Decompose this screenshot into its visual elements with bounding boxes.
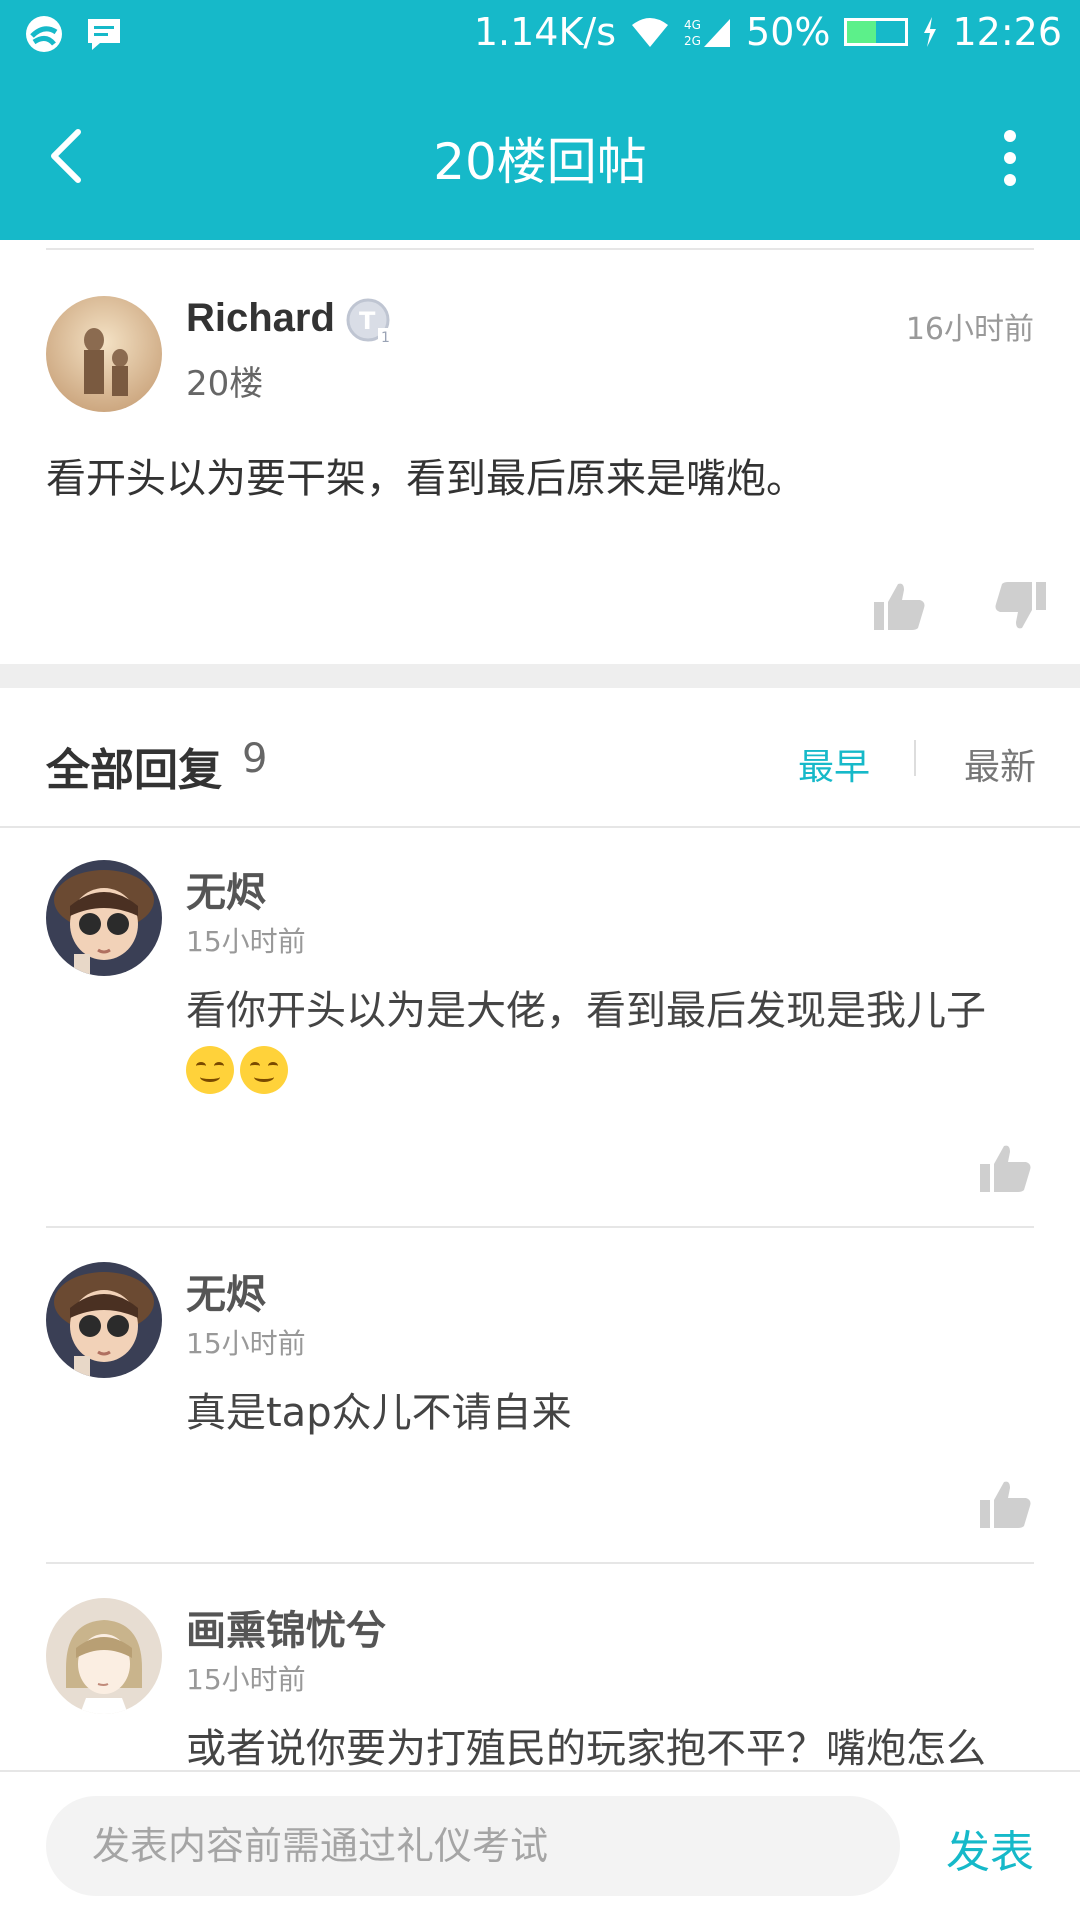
battery-percent: 50% bbox=[746, 10, 831, 54]
header: 1.14K/s 4G 2G 50% 12:26 20楼回帖 bbox=[0, 0, 1080, 240]
reply-author[interactable]: 无烬 bbox=[186, 860, 266, 918]
thumbs-down-icon[interactable] bbox=[992, 578, 1048, 634]
avatar[interactable] bbox=[46, 1262, 162, 1378]
clock: 12:26 bbox=[952, 10, 1062, 54]
smile-emoji-icon bbox=[240, 1046, 288, 1094]
status-bar: 1.14K/s 4G 2G 50% 12:26 bbox=[0, 0, 1080, 76]
app-logo-icon bbox=[26, 16, 62, 52]
floor-number: 20楼 bbox=[186, 364, 264, 404]
svg-text:4G: 4G bbox=[684, 18, 701, 32]
divider bbox=[46, 1226, 1034, 1228]
avatar[interactable] bbox=[46, 860, 162, 976]
reply-time: 15小时前 bbox=[186, 925, 306, 958]
divider bbox=[46, 1562, 1034, 1564]
author-name[interactable]: Richard bbox=[186, 296, 335, 341]
svg-text:1: 1 bbox=[381, 330, 390, 346]
reply-author[interactable]: 无烬 bbox=[186, 1262, 266, 1320]
svg-text:2G: 2G bbox=[684, 34, 701, 48]
thumbs-up-icon[interactable] bbox=[978, 1476, 1034, 1532]
avatar[interactable] bbox=[46, 296, 162, 412]
charging-icon bbox=[924, 17, 937, 47]
thumbs-up-icon[interactable] bbox=[978, 1140, 1034, 1196]
battery-icon bbox=[844, 18, 909, 46]
divider bbox=[0, 826, 1080, 828]
section-separator bbox=[0, 664, 1080, 688]
thumbs-up-icon[interactable] bbox=[872, 578, 928, 634]
reply-time: 15小时前 bbox=[186, 1327, 306, 1360]
wifi-icon bbox=[632, 18, 669, 47]
cellular-signal-icon: 4G 2G bbox=[684, 18, 731, 48]
post-time: 16小时前 bbox=[905, 312, 1034, 347]
sort-divider bbox=[914, 740, 916, 776]
send-button[interactable]: 发表 bbox=[946, 1816, 1034, 1880]
avatar[interactable] bbox=[46, 1598, 162, 1714]
reply-content: 看你开头以为是大佬，看到最后发现是我儿子 bbox=[186, 988, 986, 1034]
emoji-row bbox=[186, 1046, 294, 1094]
app-bar: 20楼回帖 bbox=[0, 76, 1080, 240]
sort-newest-tab[interactable]: 最新 bbox=[964, 738, 1036, 790]
level-badge-icon: T 1 bbox=[346, 298, 392, 346]
sort-earliest-tab[interactable]: 最早 bbox=[798, 738, 870, 790]
reply-time: 15小时前 bbox=[186, 1663, 306, 1696]
post-content: 看开头以为要干架，看到最后原来是嘴炮。 bbox=[46, 456, 806, 502]
replies-title: 全部回复 bbox=[46, 745, 222, 796]
more-options-icon[interactable] bbox=[1000, 128, 1020, 188]
reply-content: 或者说你要为打殖民的玩家抱不平？嘴炮怎么 bbox=[186, 1726, 986, 1772]
message-icon bbox=[88, 19, 120, 50]
svg-text:T: T bbox=[359, 307, 376, 335]
replies-count: 9 bbox=[242, 736, 268, 782]
composer-bar: 发表 bbox=[0, 1770, 1080, 1920]
divider bbox=[46, 248, 1034, 250]
reply-author[interactable]: 画熏锦忧兮 bbox=[186, 1598, 386, 1656]
smile-emoji-icon bbox=[186, 1046, 234, 1094]
page-title: 20楼回帖 bbox=[433, 133, 647, 191]
reply-content: 真是tap众儿不请自来 bbox=[186, 1390, 572, 1436]
reply-input[interactable] bbox=[46, 1796, 900, 1896]
network-speed: 1.14K/s bbox=[473, 10, 617, 54]
